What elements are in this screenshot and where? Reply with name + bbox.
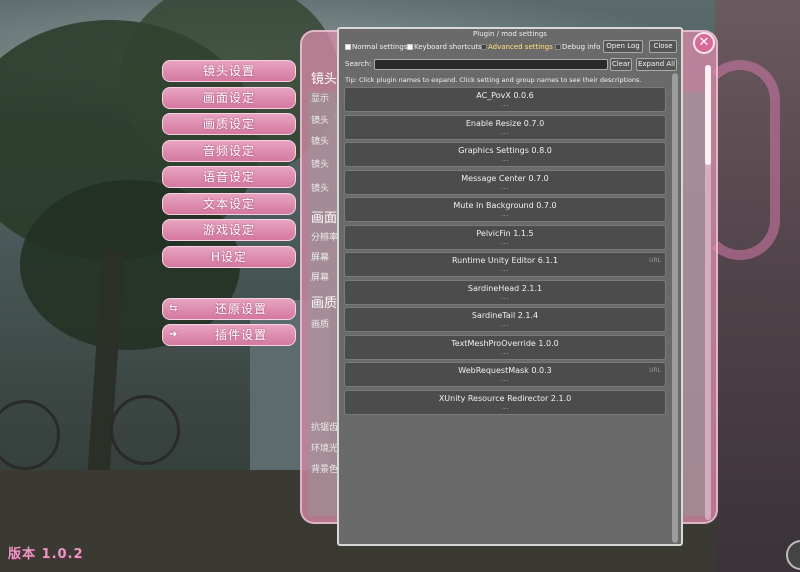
- close-icon[interactable]: ✕: [693, 32, 715, 54]
- scrollbar-thumb[interactable]: [705, 65, 711, 165]
- setting-label: 画质: [311, 320, 330, 330]
- section-heading: 镜头: [311, 72, 338, 87]
- plugin-item[interactable]: SardineTail 2.1.4 ...: [344, 307, 666, 332]
- toggle-label: Normal settings: [352, 43, 408, 51]
- plugin-url-link[interactable]: URL: [649, 257, 661, 264]
- plugin-item[interactable]: Runtime Unity Editor 6.1.1 ... URL: [344, 252, 666, 277]
- toggle-debug-info[interactable]: Debug info: [555, 42, 600, 52]
- menu-text-settings[interactable]: 文本设定: [162, 193, 296, 215]
- plugin-more: ...: [501, 238, 509, 246]
- menu-game-settings[interactable]: 游戏设定: [162, 219, 296, 241]
- plugin-item[interactable]: PelvicFin 1.1.5 ...: [344, 224, 666, 250]
- toggle-keyboard-shortcuts[interactable]: Keyboard shortcuts: [407, 42, 482, 52]
- plugin-settings-button[interactable]: ➜ 插件设置: [162, 324, 296, 346]
- setting-label: 背景色: [311, 465, 339, 475]
- plugin-list-scrollbar[interactable]: [672, 73, 678, 543]
- setting-label: 镜头: [311, 116, 330, 126]
- toggle-advanced-settings[interactable]: Advanced settings: [481, 42, 553, 52]
- plugin-name: PelvicFin 1.1.5: [476, 228, 534, 238]
- plugin-more: ...: [501, 266, 509, 273]
- clear-button[interactable]: Clear: [610, 58, 632, 71]
- toggle-label: Keyboard shortcuts: [414, 43, 482, 51]
- bicycle-wheel: [0, 400, 60, 470]
- setting-label: 镜头: [311, 137, 330, 147]
- setting-label: 显示: [311, 94, 330, 104]
- window-title: Plugin / mod settings: [473, 30, 547, 38]
- plugin-name: Runtime Unity Editor 6.1.1: [451, 256, 559, 265]
- toggle-label: Debug info: [562, 43, 601, 51]
- plugin-name: Graphics Settings 0.8.0: [458, 146, 552, 155]
- arrow-right-icon: ➜: [169, 329, 179, 340]
- toggle-normal-settings[interactable]: Normal settings: [345, 42, 407, 52]
- plugin-more: ...: [501, 376, 509, 383]
- plugin-more: ...: [501, 183, 509, 191]
- close-button[interactable]: Close: [649, 40, 677, 53]
- plugin-item[interactable]: Enable Resize 0.7.0 ...: [344, 114, 666, 140]
- plugin-item[interactable]: Graphics Settings 0.8.0 ...: [344, 142, 666, 167]
- open-log-button[interactable]: Open Log: [603, 40, 643, 53]
- bicycle-wheel: [110, 395, 180, 465]
- setting-label: 屏幕: [311, 273, 330, 283]
- setting-label: 镜头: [311, 160, 330, 170]
- plugin-name: Message Center 0.7.0: [461, 173, 549, 183]
- expand-all-button[interactable]: Expand All: [636, 58, 677, 71]
- checkbox-icon: [555, 44, 561, 50]
- menu-display-settings[interactable]: 画面设定: [162, 87, 296, 109]
- plugin-settings-label: 插件设置: [215, 328, 268, 342]
- checkbox-icon: [407, 44, 413, 50]
- checkbox-icon: [481, 44, 487, 50]
- menu-audio-settings[interactable]: 音频设定: [162, 140, 296, 162]
- plugin-name: SardineHead 2.1.1: [467, 283, 543, 293]
- plugin-name: AC_PovX 0.0.6: [476, 91, 534, 100]
- plugin-item[interactable]: TextMeshProOverride 1.0.0 ...: [344, 334, 666, 360]
- menu-quality-settings[interactable]: 画质设定: [162, 113, 296, 135]
- plugin-more: ...: [501, 128, 509, 136]
- plugin-item[interactable]: Mute In Background 0.7.0 ...: [344, 197, 666, 222]
- plugin-name: WebRequestMask 0.0.3: [458, 366, 552, 375]
- plugin-more: ...: [501, 156, 509, 163]
- plugin-name: Enable Resize 0.7.0: [465, 118, 545, 128]
- section-heading: 画面: [311, 211, 338, 226]
- plugin-item[interactable]: WebRequestMask 0.0.3 ... URL: [344, 362, 666, 387]
- plugin-name: TextMeshProOverride 1.0.0: [451, 338, 559, 348]
- search-input[interactable]: [374, 59, 608, 70]
- version-label: 版本 1.0.2: [8, 547, 84, 562]
- plugin-more: ...: [501, 321, 509, 328]
- setting-label: 抗锯齿: [311, 423, 339, 433]
- menu-voice-settings[interactable]: 语音设定: [162, 166, 296, 188]
- plugin-name: Mute In Background 0.7.0: [453, 201, 557, 210]
- reset-icon: ⇆: [169, 303, 179, 314]
- section-heading: 画质: [311, 296, 338, 311]
- scrollbar-thumb[interactable]: [672, 73, 678, 543]
- plugin-more: ...: [501, 348, 509, 356]
- menu-h-settings[interactable]: H设定: [162, 246, 296, 268]
- reset-settings-button[interactable]: ⇆ 还原设置: [162, 298, 296, 320]
- setting-label: 屏幕: [311, 253, 330, 263]
- checkbox-icon: [345, 44, 351, 50]
- plugin-more: ...: [501, 101, 509, 108]
- plugin-item[interactable]: XUnity Resource Redirector 2.1.0 ...: [344, 389, 666, 415]
- plugin-list: AC_PovX 0.0.6 ... Enable Resize 0.7.0 ..…: [344, 87, 668, 542]
- plugin-item[interactable]: AC_PovX 0.0.6 ...: [344, 87, 666, 112]
- plugin-more: ...: [501, 403, 509, 411]
- setting-label: 镜头: [311, 184, 330, 194]
- menu-camera-settings[interactable]: 镜头设置: [162, 60, 296, 82]
- plugin-settings-window: Plugin / mod settings Normal settings Ke…: [337, 27, 683, 546]
- plugin-url-link[interactable]: URL: [649, 367, 661, 374]
- plugin-item[interactable]: SardineHead 2.1.1 ...: [344, 279, 666, 305]
- reset-settings-label: 还原设置: [215, 302, 268, 316]
- toggle-label: Advanced settings: [488, 43, 553, 51]
- search-row: Search: Clear Expand All: [343, 58, 677, 72]
- toolbar: Normal settings Keyboard shortcuts Advan…: [343, 40, 677, 54]
- search-label: Search:: [345, 60, 372, 68]
- panel-scrollbar[interactable]: [705, 65, 711, 520]
- plugin-name: SardineTail 2.1.4: [471, 311, 539, 320]
- setting-label: 分辨率: [311, 233, 339, 243]
- plugin-item[interactable]: Message Center 0.7.0 ...: [344, 169, 666, 195]
- tip-text: Tip: Click plugin names to expand. Click…: [345, 76, 642, 84]
- plugin-more: ...: [501, 293, 509, 301]
- setting-label: 环境光: [311, 444, 339, 454]
- plugin-more: ...: [501, 211, 509, 218]
- plugin-name: XUnity Resource Redirector 2.1.0: [438, 393, 572, 403]
